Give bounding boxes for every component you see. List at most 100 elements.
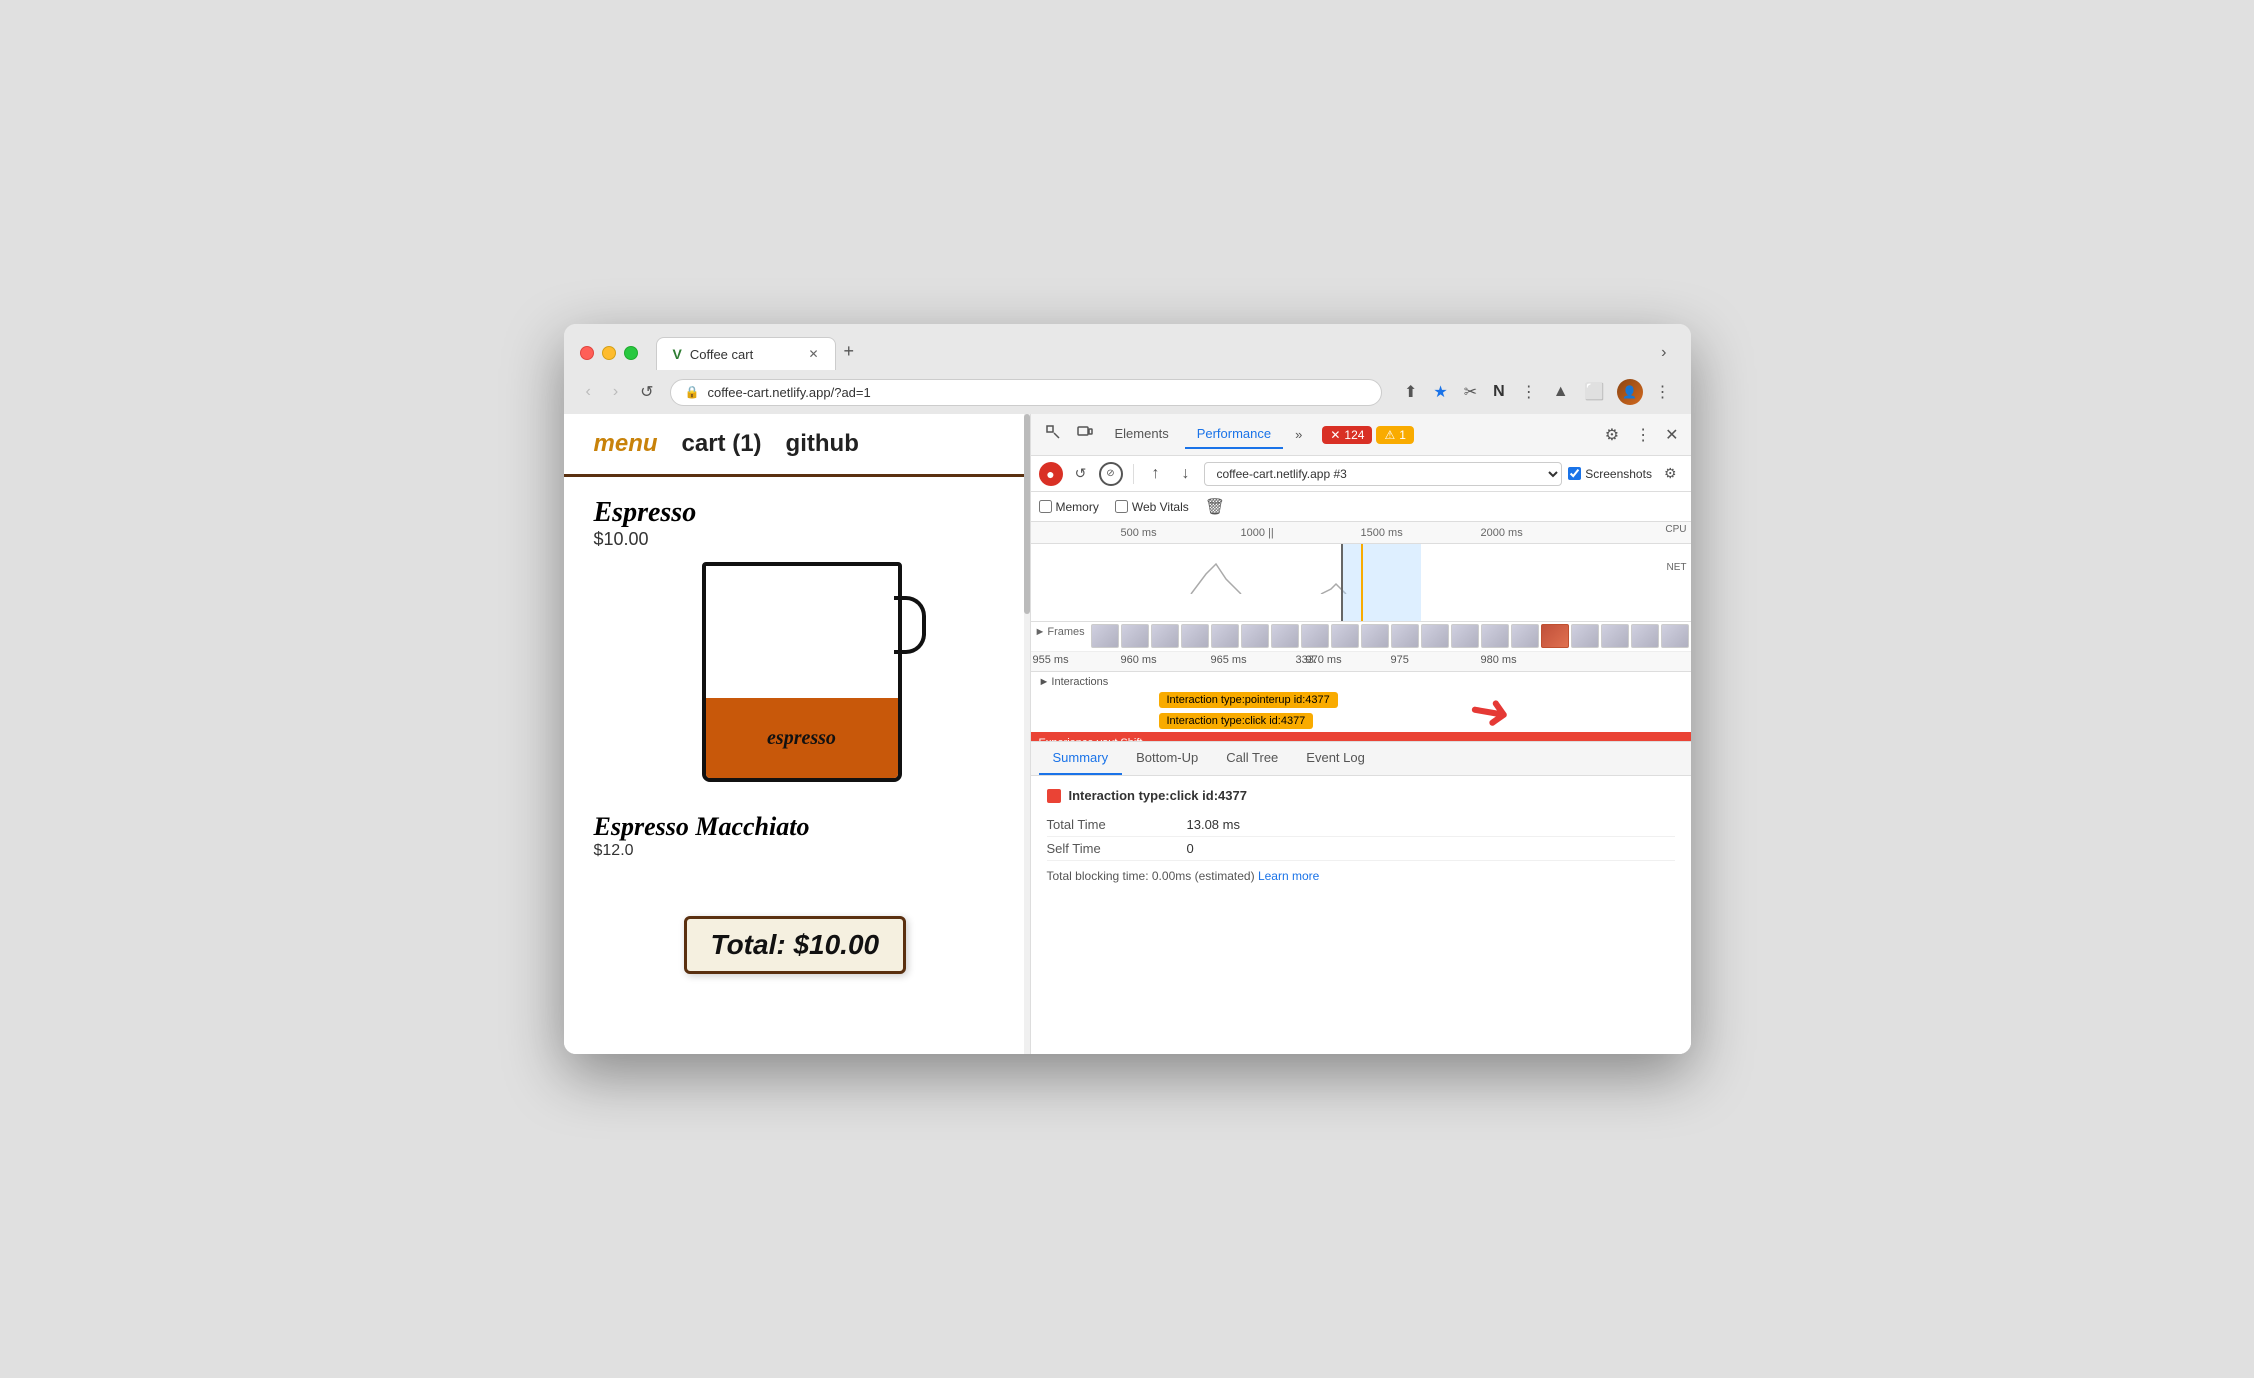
coffee-name: Espresso xyxy=(594,497,1000,529)
forward-button[interactable]: › xyxy=(607,379,624,405)
learn-more-link[interactable]: Learn more xyxy=(1258,869,1319,883)
mini-frame xyxy=(1121,624,1149,648)
tab-elements[interactable]: Elements xyxy=(1103,420,1181,449)
browser-toolbar: ⬆ ★ ✂ N ⋮ ▲ ⬜ 👤 ⋮ xyxy=(1400,378,1674,406)
pointerup-interaction-bar[interactable]: Interaction type:pointerup id:4377 xyxy=(1159,692,1338,708)
screenshots-toggle[interactable]: Screenshots xyxy=(1568,467,1652,481)
tab-close-button[interactable]: ✕ xyxy=(808,347,818,361)
timeline-overview[interactable]: 500 ms 1000 || 1500 ms 2000 ms CPU NET xyxy=(1031,522,1691,622)
nav-github-link[interactable]: github xyxy=(786,430,859,458)
inspect-element-button[interactable] xyxy=(1039,418,1067,451)
detail-timeline[interactable]: ► Frames xyxy=(1031,622,1691,742)
time-2000ms: 2000 ms xyxy=(1481,527,1523,539)
device-toolbar-button[interactable] xyxy=(1071,418,1099,451)
avatar[interactable]: 👤 xyxy=(1617,379,1643,405)
devtools-header: Elements Performance » ✕ 124 ⚠ 1 ⚙ ⋮ ✕ xyxy=(1031,414,1691,456)
tab-title: Coffee cart xyxy=(690,347,753,362)
mini-frame xyxy=(1571,624,1599,648)
screenshots-label-text: Screenshots xyxy=(1585,467,1652,481)
profile-selector[interactable]: coffee-cart.netlify.app #3 xyxy=(1204,462,1563,486)
browser-menu-icon[interactable]: ⋮ xyxy=(1517,378,1541,406)
capture-settings-button[interactable]: ⚙ xyxy=(1658,459,1683,488)
click-interaction-bar[interactable]: Interaction type:click id:4377 xyxy=(1159,713,1314,729)
app-nav: menu cart (1) github xyxy=(564,414,1030,477)
timeline-tracks: NET xyxy=(1031,544,1691,622)
detail-980ms: 980 ms xyxy=(1481,654,1517,666)
time-marker-line xyxy=(1361,544,1363,622)
time-1000ms: 1000 || xyxy=(1241,527,1274,539)
warn-badge[interactable]: ⚠ 1 xyxy=(1376,426,1413,444)
error-badge[interactable]: ✕ 124 xyxy=(1322,426,1372,444)
reload-record-button[interactable]: ↺ xyxy=(1069,462,1093,486)
tab-event-log[interactable]: Event Log xyxy=(1292,742,1379,775)
upload-profile-button[interactable]: ↑ xyxy=(1144,462,1168,486)
memory-checkbox-label[interactable]: Memory xyxy=(1039,500,1099,514)
tab-call-tree[interactable]: Call Tree xyxy=(1212,742,1292,775)
back-button[interactable]: ‹ xyxy=(580,379,597,405)
minimize-button[interactable] xyxy=(602,346,616,360)
web-vitals-checkbox[interactable] xyxy=(1115,500,1128,513)
browser-window: V Coffee cart ✕ + › ‹ › ↺ 🔒 coffee-cart.… xyxy=(564,324,1691,1054)
tab-performance[interactable]: Performance xyxy=(1185,420,1283,449)
error-icon: ✕ xyxy=(1330,428,1340,442)
layout-shift-text: Experience yout Shift xyxy=(1039,737,1143,742)
share-icon[interactable]: ⬆ xyxy=(1400,378,1421,406)
tab-bottom-up[interactable]: Bottom-Up xyxy=(1122,742,1212,775)
mini-frame xyxy=(1301,624,1329,648)
active-tab[interactable]: V Coffee cart ✕ xyxy=(656,337,836,370)
self-time-row: Self Time 0 xyxy=(1047,837,1675,861)
time-1500ms: 1500 ms xyxy=(1361,527,1403,539)
download-profile-button[interactable]: ↓ xyxy=(1174,462,1198,486)
devtools-more-button[interactable]: ⋮ xyxy=(1629,419,1657,451)
web-vitals-checkbox-label[interactable]: Web Vitals xyxy=(1115,500,1189,514)
warn-icon: ⚠ xyxy=(1384,428,1395,442)
total-time-label: Total Time xyxy=(1047,817,1187,832)
selection-region xyxy=(1341,544,1421,622)
n-icon[interactable]: N xyxy=(1489,379,1509,405)
screenshots-checkbox[interactable] xyxy=(1568,467,1581,480)
mini-frame xyxy=(1241,624,1269,648)
cut-icon[interactable]: ✂ xyxy=(1460,378,1481,406)
detail-955ms: 955 ms xyxy=(1033,654,1069,666)
title-bar: V Coffee cart ✕ + › xyxy=(564,324,1691,370)
mini-frame xyxy=(1481,624,1509,648)
maximize-button[interactable] xyxy=(624,346,638,360)
summary-title: Interaction type:click id:4377 xyxy=(1047,788,1675,803)
mini-frame xyxy=(1421,624,1449,648)
time-500ms: 500 ms xyxy=(1121,527,1157,539)
extensions-icon[interactable]: ▲ xyxy=(1549,379,1573,405)
coffee-price: $10.00 xyxy=(594,529,1000,550)
blocking-time-row: Total blocking time: 0.00ms (estimated) … xyxy=(1047,869,1675,883)
bookmark-icon[interactable]: ★ xyxy=(1429,378,1451,406)
memory-checkbox[interactable] xyxy=(1039,500,1052,513)
reload-button[interactable]: ↺ xyxy=(634,378,659,406)
tab-summary[interactable]: Summary xyxy=(1039,742,1123,775)
cpu-label: CPU xyxy=(1665,524,1686,535)
detail-ruler: 955 ms 960 ms 965 ms 333. 970 ms 975 980… xyxy=(1031,652,1691,672)
record-button[interactable]: ● xyxy=(1039,462,1063,486)
url-bar[interactable]: 🔒 coffee-cart.netlify.app/?ad=1 xyxy=(670,379,1382,406)
self-time-label: Self Time xyxy=(1047,841,1187,856)
detail-960ms: 960 ms xyxy=(1121,654,1157,666)
main-content: menu cart (1) github Espresso $10.00 esp… xyxy=(564,414,1691,1054)
close-button[interactable] xyxy=(580,346,594,360)
nav-cart-link[interactable]: cart (1) xyxy=(682,430,762,458)
stop-recording-button[interactable]: ⊘ xyxy=(1099,462,1123,486)
chrome-menu-icon[interactable]: ⋮ xyxy=(1651,378,1675,406)
scrollbar-thumb[interactable] xyxy=(1024,414,1030,614)
total-time-row: Total Time 13.08 ms xyxy=(1047,813,1675,837)
devtools-close-button[interactable]: ✕ xyxy=(1661,421,1682,449)
scrollbar[interactable] xyxy=(1024,414,1030,1054)
sidebar-icon[interactable]: ⬜ xyxy=(1581,378,1609,406)
nav-menu-link[interactable]: menu xyxy=(594,430,658,458)
blocking-time-text: Total blocking time: 0.00ms (estimated) xyxy=(1047,869,1255,883)
app-panel: menu cart (1) github Espresso $10.00 esp… xyxy=(564,414,1031,1054)
more-tabs-button[interactable]: » xyxy=(1287,421,1310,448)
coffee-liquid: espresso xyxy=(706,698,898,778)
devtools-settings-button[interactable]: ⚙ xyxy=(1599,419,1625,451)
tab-chevron-icon[interactable]: › xyxy=(1653,336,1674,370)
mini-frame xyxy=(1331,624,1359,648)
selection-left-border xyxy=(1341,544,1343,622)
new-tab-button[interactable]: + xyxy=(836,337,863,366)
clear-recordings-button[interactable]: 🗑 xyxy=(1205,497,1225,517)
